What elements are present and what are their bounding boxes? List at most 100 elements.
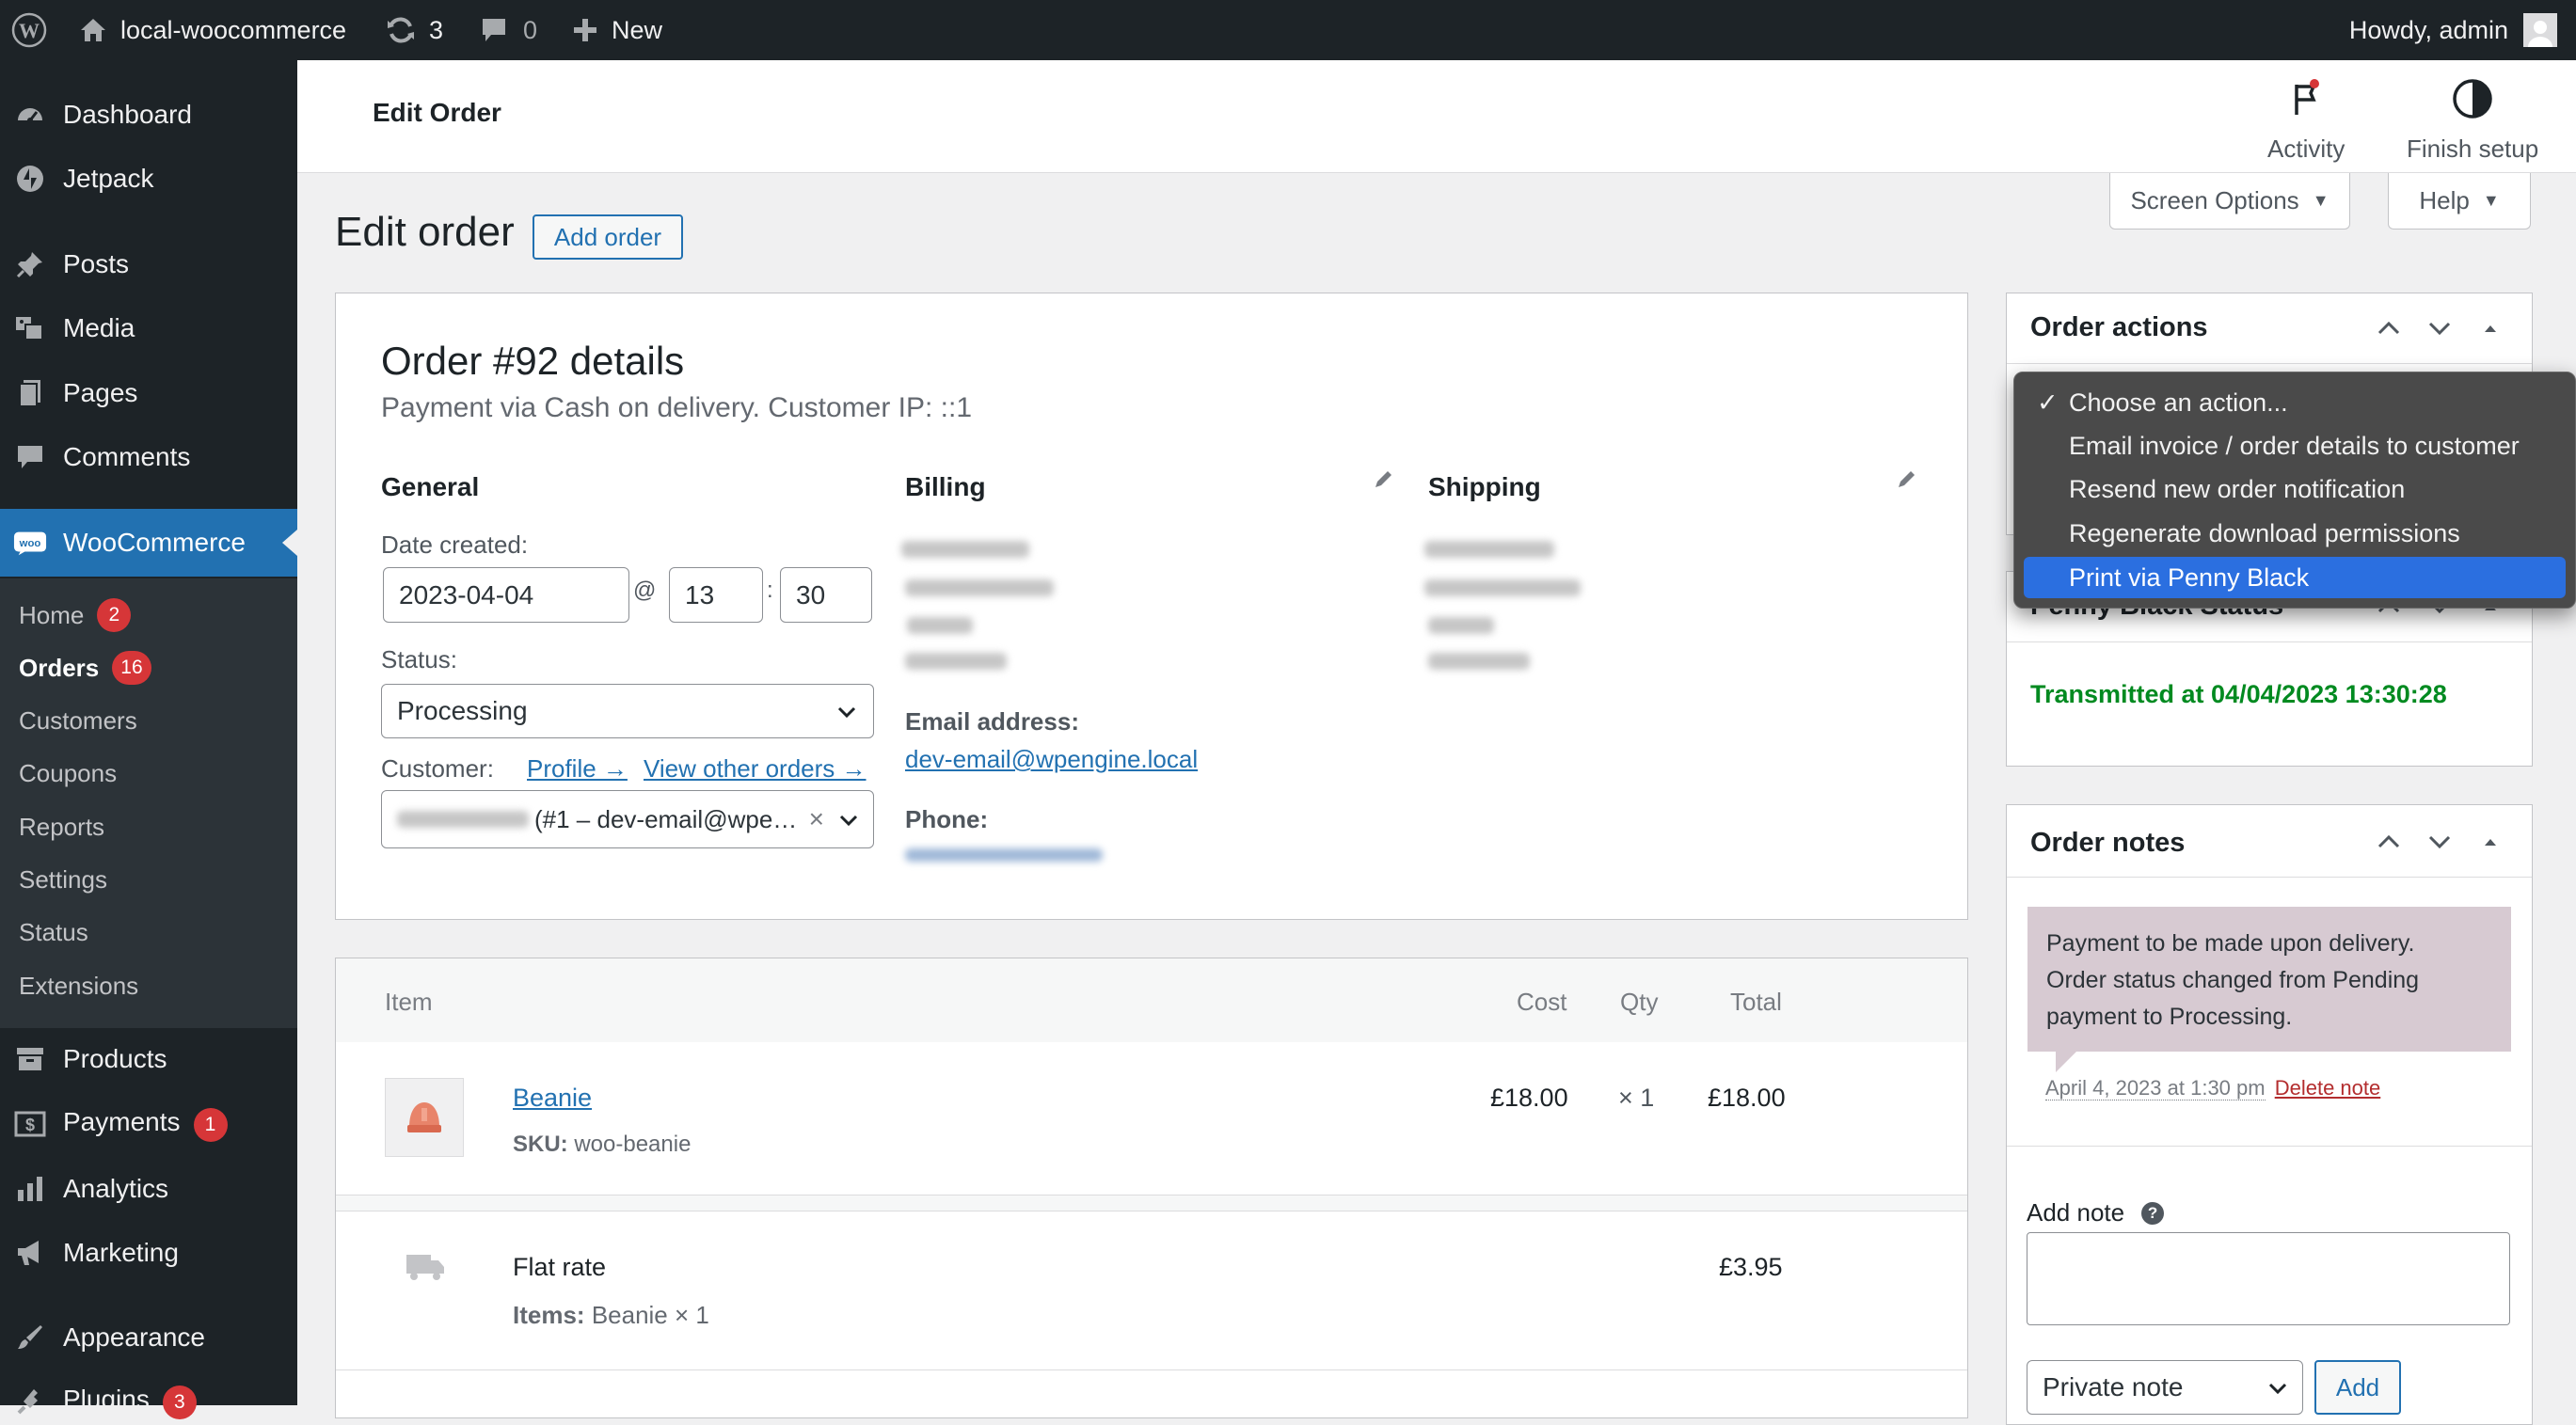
sidebar-item-payments[interactable]: $ Payments 1 xyxy=(0,1101,297,1147)
new-content-link[interactable]: New xyxy=(572,0,662,60)
home-badge: 2 xyxy=(97,598,132,632)
sidebar-item-label: Posts xyxy=(63,249,130,278)
submenu-status[interactable]: Status xyxy=(19,913,88,951)
line-cost: £18.00 xyxy=(1490,1084,1568,1112)
collapse-triangle-icon[interactable] xyxy=(2476,828,2504,861)
greeting: Howdy, admin xyxy=(2348,15,2508,44)
wordpress-logo-icon[interactable]: W xyxy=(11,0,47,60)
help-label: Help xyxy=(2419,186,2470,214)
submenu-coupons[interactable]: Coupons xyxy=(19,754,117,792)
line-total: £18.00 xyxy=(1708,1084,1786,1112)
sidebar-item-dashboard[interactable]: Dashboard xyxy=(0,92,297,137)
chevron-down-icon[interactable] xyxy=(2425,314,2454,347)
sidebar-item-pages[interactable]: Pages xyxy=(0,371,297,416)
collapse-triangle-icon[interactable] xyxy=(2476,314,2504,347)
screen-options-button[interactable]: Screen Options ▼ xyxy=(2109,173,2350,230)
comments-link[interactable]: 0 xyxy=(480,0,537,60)
redacted-billing-line xyxy=(905,579,1054,596)
product-thumbnail[interactable] xyxy=(385,1078,464,1157)
woo-icon: woo xyxy=(13,526,47,560)
shipping-truck-icon xyxy=(405,1249,446,1288)
date-created-label: Date created: xyxy=(381,530,529,559)
customer-select[interactable]: (#1 – dev-email@wpe… × xyxy=(381,790,874,848)
sidebar-item-products[interactable]: Products xyxy=(0,1037,297,1082)
add-note-textarea[interactable] xyxy=(2027,1232,2510,1325)
dropdown-option-regenerate[interactable]: Regenerate download permissions xyxy=(2024,513,2566,554)
sidebar-item-posts[interactable]: Posts xyxy=(0,242,297,287)
clear-icon[interactable]: × xyxy=(809,804,824,834)
sidebar-item-media[interactable]: Media xyxy=(0,306,297,351)
submenu-label: Settings xyxy=(19,864,107,894)
sidebar-item-label: Dashboard xyxy=(63,100,192,129)
site-name-link[interactable]: local-woocommerce xyxy=(79,0,346,60)
chevron-down-icon[interactable] xyxy=(2425,828,2454,861)
page-title: Edit order xyxy=(335,209,515,255)
megaphone-icon xyxy=(13,1236,47,1270)
edit-shipping-pencil-icon[interactable] xyxy=(1895,468,1917,496)
brush-icon xyxy=(13,1321,47,1354)
account-menu[interactable]: Howdy, admin xyxy=(2349,0,2557,60)
submenu-label: Reports xyxy=(19,812,105,841)
dropdown-option-print-penny-black[interactable]: Print via Penny Black xyxy=(2024,557,2566,598)
delete-note-link[interactable]: Delete note xyxy=(2275,1076,2381,1100)
dropdown-option-choose[interactable]: ✓ Choose an action... xyxy=(2024,382,2566,423)
dropdown-option-email-invoice[interactable]: Email invoice / order details to custome… xyxy=(2024,425,2566,467)
email-link[interactable]: dev-email@wpengine.local xyxy=(905,745,1198,774)
note-tail xyxy=(2056,1052,2076,1072)
hour-input[interactable]: 13 xyxy=(669,567,763,623)
chevron-up-icon[interactable] xyxy=(2375,314,2403,347)
help-button[interactable]: Help ▼ xyxy=(2388,173,2531,230)
note-type-select[interactable]: Private note xyxy=(2027,1360,2303,1415)
svg-text:woo: woo xyxy=(19,538,41,549)
avatar xyxy=(2523,13,2557,47)
option-label: Resend new order notification xyxy=(2069,474,2406,503)
sidebar-item-comments[interactable]: Comments xyxy=(0,435,297,480)
note-date: April 4, 2023 at 1:30 pm xyxy=(2045,1076,2266,1100)
product-sku: SKU: woo-beanie xyxy=(513,1132,692,1157)
add-note-button[interactable]: Add xyxy=(2314,1360,2401,1415)
date-created-input[interactable]: 2023-04-04 xyxy=(383,567,629,623)
half-circle-icon xyxy=(2451,77,2494,127)
caret-down-icon: ▼ xyxy=(2482,191,2500,210)
sidebar-item-plugins[interactable]: Plugins 3 xyxy=(0,1379,297,1424)
sidebar-item-jetpack[interactable]: Jetpack xyxy=(0,156,297,201)
submenu-settings[interactable]: Settings xyxy=(19,861,107,898)
product-name-link[interactable]: Beanie xyxy=(513,1084,592,1113)
sidebar-item-analytics[interactable]: Analytics xyxy=(0,1166,297,1211)
shipping-total: £3.95 xyxy=(1719,1253,1783,1281)
dropdown-option-resend[interactable]: Resend new order notification xyxy=(2024,468,2566,510)
submenu-home[interactable]: Home 2 xyxy=(19,596,132,634)
submenu-orders[interactable]: Orders 16 xyxy=(19,649,151,687)
checkmark-icon: ✓ xyxy=(2037,388,2059,417)
sidebar-item-woocommerce[interactable]: woo WooCommerce xyxy=(0,509,297,577)
dollar-icon: $ xyxy=(13,1107,47,1141)
submenu-customers[interactable]: Customers xyxy=(19,702,137,739)
admin-bar: W local-woocommerce 3 0 New Howdy, admin xyxy=(0,0,2576,60)
submenu-extensions[interactable]: Extensions xyxy=(19,967,138,1005)
at-sign: @ xyxy=(633,578,657,603)
minute-input[interactable]: 30 xyxy=(780,567,872,623)
chevron-up-icon[interactable] xyxy=(2375,828,2403,861)
flag-icon xyxy=(2285,77,2327,127)
time-colon: : xyxy=(767,578,773,603)
sidebar-item-appearance[interactable]: Appearance xyxy=(0,1315,297,1360)
column-qty: Qty xyxy=(1620,988,1659,1016)
sidebar-item-marketing[interactable]: Marketing xyxy=(0,1230,297,1275)
edit-billing-pencil-icon[interactable] xyxy=(1372,468,1394,496)
profile-link[interactable]: Profile → xyxy=(527,754,628,784)
submenu-label: Home xyxy=(19,600,85,629)
finish-setup-button[interactable]: Finish setup xyxy=(2407,77,2538,164)
updates-link[interactable]: 3 xyxy=(386,0,443,60)
redacted-phone[interactable] xyxy=(905,848,1103,862)
woocommerce-submenu xyxy=(0,578,297,1028)
add-order-button[interactable]: Add order xyxy=(533,214,683,260)
plugin-icon xyxy=(13,1385,47,1418)
submenu-reports[interactable]: Reports xyxy=(19,808,104,846)
help-question-icon[interactable]: ? xyxy=(2141,1201,2165,1225)
view-other-orders-link[interactable]: View other orders → xyxy=(644,754,867,784)
box-divider xyxy=(2007,1146,2532,1147)
status-select[interactable]: Processing xyxy=(381,684,874,738)
activity-button[interactable]: Activity xyxy=(2267,77,2345,164)
penny-black-status: Transmitted at 04/04/2023 13:30:28 xyxy=(2030,680,2447,708)
row-gap xyxy=(336,1195,1967,1211)
